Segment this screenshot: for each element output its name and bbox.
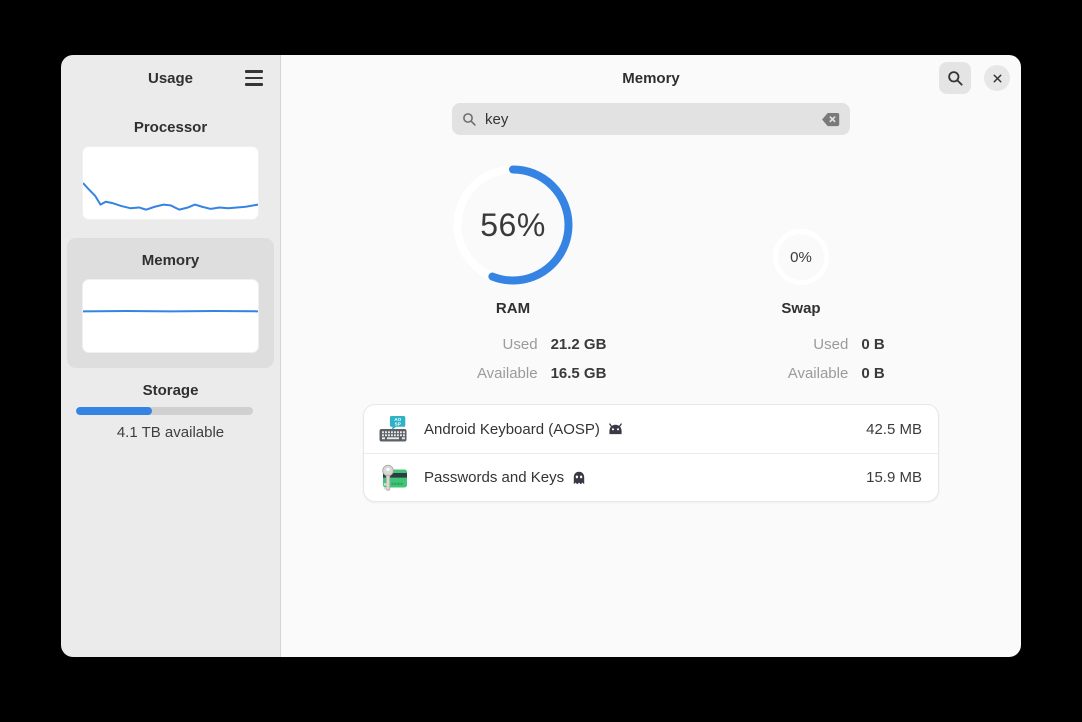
swap-stats: Used 0 B Available 0 B [717, 333, 884, 385]
header-controls [939, 62, 1010, 94]
gauges-row: 56% RAM Used 21.2 GB Available 16.5 GB [281, 165, 1021, 385]
memory-usage-chart [82, 279, 259, 353]
ram-percent-value: 56% [453, 165, 573, 285]
swap-gauge-section: 0% Swap Used 0 B Available 0 B [681, 165, 921, 385]
sidebar: Usage Processor Memory Storage 4.1 TB av… [61, 55, 281, 657]
ram-available-value: 16.5 GB [551, 362, 607, 385]
memory-label: Memory [82, 250, 259, 272]
android-robot-icon [608, 423, 623, 435]
process-name: Android Keyboard (AOSP) [424, 421, 600, 438]
ram-gauge-section: 56% RAM Used 21.2 GB Available 16.5 GB [393, 165, 633, 385]
hamburger-menu-icon[interactable] [238, 62, 270, 94]
main-header: Memory [281, 55, 1021, 101]
process-row-android-keyboard[interactable]: AO SP Android Keyboard (AOSP) 42.5 MB [364, 405, 938, 453]
clear-search-icon[interactable] [821, 112, 840, 127]
ram-used-value: 21.2 GB [551, 333, 607, 356]
usage-app-window: Usage Processor Memory Storage 4.1 TB av… [61, 55, 1021, 657]
sidebar-item-storage[interactable]: Storage 4.1 TB available [61, 380, 280, 443]
swap-gauge: 0% [773, 229, 829, 285]
search-entry [452, 103, 850, 135]
search-input[interactable] [485, 111, 813, 128]
processor-usage-chart [82, 146, 259, 220]
ram-used-label: Used [420, 333, 538, 356]
swap-title: Swap [781, 298, 820, 320]
app-title: Usage [148, 70, 193, 87]
swap-available-label: Available [717, 362, 848, 385]
swap-used-label: Used [717, 333, 848, 356]
process-memory-value: 42.5 MB [866, 421, 922, 438]
storage-available-text: 4.1 TB available [76, 423, 265, 443]
process-list: AO SP Android Keyboard (AOSP) 42.5 MB [363, 404, 939, 502]
main-panel: Memory [281, 55, 1021, 657]
process-name: Passwords and Keys [424, 469, 564, 486]
process-row-passwords-keys[interactable]: Passwords and Keys 15.9 MB [364, 453, 938, 501]
search-entry-icon [462, 112, 477, 127]
ram-gauge: 56% [453, 165, 573, 285]
ram-stats: Used 21.2 GB Available 16.5 GB [420, 333, 607, 385]
passwords-keys-app-icon [377, 462, 409, 494]
sidebar-item-processor[interactable]: Processor [67, 117, 274, 235]
page-title: Memory [281, 55, 1021, 101]
search-icon[interactable] [939, 62, 971, 94]
sidebar-item-memory[interactable]: Memory [67, 238, 274, 368]
search-bar [281, 103, 1021, 135]
storage-label: Storage [76, 380, 265, 402]
ram-title: RAM [496, 298, 530, 320]
svg-text:SP: SP [395, 421, 401, 426]
close-icon[interactable] [984, 65, 1010, 91]
android-keyboard-app-icon: AO SP [377, 413, 409, 445]
ram-available-label: Available [420, 362, 538, 385]
storage-progress-bar [76, 407, 253, 415]
swap-used-value: 0 B [861, 333, 884, 356]
swap-percent-value: 0% [773, 229, 829, 285]
swap-available-value: 0 B [861, 362, 884, 385]
process-memory-value: 15.9 MB [866, 469, 922, 486]
sidebar-header: Usage [61, 55, 280, 101]
daemon-ghost-icon [572, 471, 586, 485]
processor-label: Processor [82, 117, 259, 139]
